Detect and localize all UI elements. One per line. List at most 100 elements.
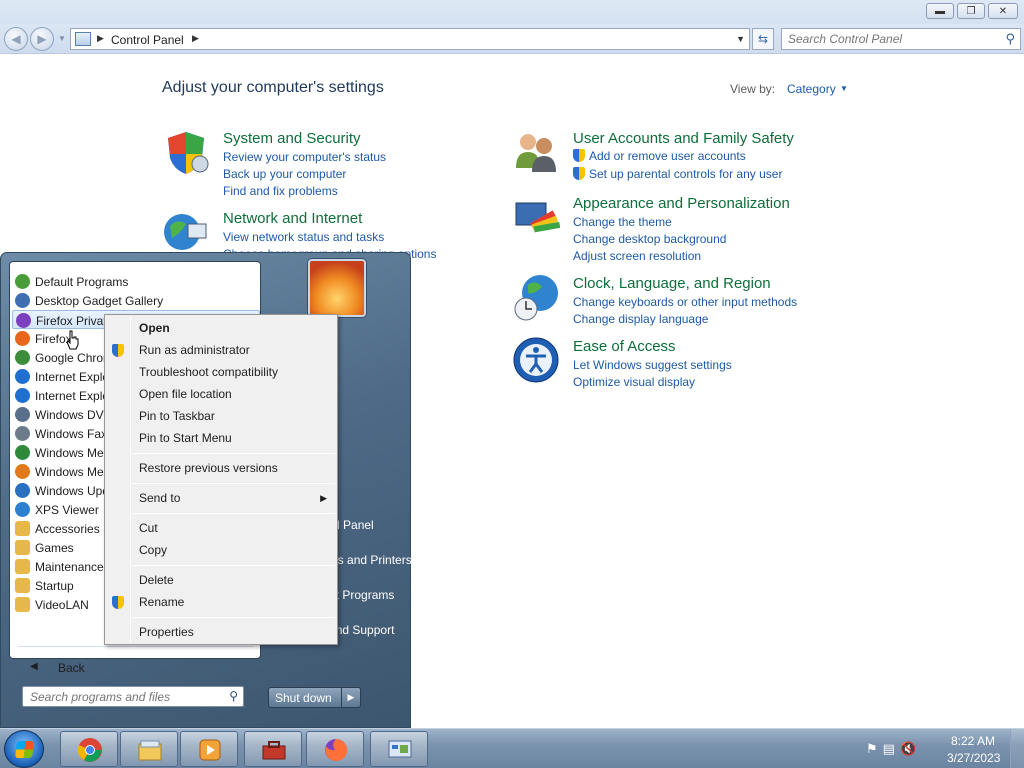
- menu-item-pin-taskbar[interactable]: Pin to Taskbar: [139, 409, 215, 423]
- shield-icon: [168, 132, 209, 174]
- menu-item-restore-versions[interactable]: Restore previous versions: [139, 461, 278, 475]
- start-search-box[interactable]: ⚲: [22, 686, 244, 707]
- category-link[interactable]: Let Windows suggest settings: [573, 358, 732, 372]
- clock-time[interactable]: 8:22 AM: [951, 734, 995, 748]
- category-title[interactable]: Appearance and Personalization: [573, 195, 790, 212]
- search-icon[interactable]: ⚲: [229, 689, 238, 703]
- refresh-button[interactable]: ⇆: [752, 28, 774, 50]
- gadget-icon: [15, 293, 30, 308]
- menu-item-cut[interactable]: Cut: [139, 521, 158, 535]
- control-panel-search[interactable]: ⚲: [781, 28, 1021, 50]
- category-link[interactable]: Add or remove user accounts: [573, 149, 746, 163]
- menu-item-pin-start-menu[interactable]: Pin to Start Menu: [139, 431, 232, 445]
- minimize-button[interactable]: ▬: [926, 3, 954, 19]
- refresh-icon: ⇆: [757, 32, 769, 46]
- start-search-input[interactable]: [30, 690, 215, 704]
- category-link[interactable]: Change desktop background: [573, 232, 726, 246]
- folder-icon: [15, 559, 30, 574]
- menu-item-rename[interactable]: Rename: [139, 595, 184, 609]
- search-icon[interactable]: ⚲: [1005, 31, 1015, 47]
- caption-buttons: ▬ ❐ ✕: [926, 3, 1018, 19]
- ie-icon: [15, 388, 30, 403]
- program-label: VideoLAN: [35, 598, 89, 612]
- menu-item-copy[interactable]: Copy: [139, 543, 167, 557]
- taskbar-firefox[interactable]: [306, 731, 364, 767]
- folder-icon: [15, 540, 30, 555]
- ease-of-access-icon: [513, 337, 559, 383]
- address-dropdown-icon[interactable]: ▼: [736, 34, 745, 44]
- program-item[interactable]: Default Programs: [12, 272, 260, 291]
- taskbar-chrome[interactable]: [60, 731, 118, 767]
- taskbar: ⚑ ▤ 🔇 8:22 AM 3/27/2023: [0, 728, 1024, 768]
- taskbar-media-player[interactable]: [180, 731, 238, 767]
- menu-item-run-as-admin[interactable]: Run as administrator: [139, 343, 250, 357]
- program-label: Default Programs: [35, 275, 129, 289]
- category-link[interactable]: Change display language: [573, 312, 708, 326]
- back-nav-button[interactable]: ◀: [4, 27, 28, 51]
- menu-separator: [133, 565, 335, 566]
- media-center-icon: [15, 445, 30, 460]
- back-button[interactable]: Back: [58, 661, 85, 675]
- taskbar-control-panel[interactable]: [370, 731, 428, 767]
- recent-pages-dropdown[interactable]: ▼: [58, 34, 66, 43]
- category-title[interactable]: Network and Internet: [223, 210, 362, 227]
- shutdown-options-arrow-icon[interactable]: ▶: [341, 688, 360, 707]
- volume-muted-icon[interactable]: 🔇: [900, 741, 916, 757]
- breadcrumb-control-panel[interactable]: Control Panel: [111, 33, 184, 47]
- category-link[interactable]: Change keyboards or other input methods: [573, 295, 797, 309]
- menu-item-troubleshoot[interactable]: Troubleshoot compatibility: [139, 365, 278, 379]
- breadcrumb-arrow-icon[interactable]: ▶: [97, 33, 104, 44]
- category-link[interactable]: Set up parental controls for any user: [573, 167, 782, 181]
- restore-button[interactable]: ❐: [957, 3, 985, 19]
- forward-nav-button[interactable]: ▶: [30, 27, 54, 51]
- category-link[interactable]: Adjust screen resolution: [573, 249, 701, 263]
- category-link[interactable]: Find and fix problems: [223, 184, 338, 198]
- clock-globe-icon: [514, 275, 558, 321]
- menu-item-send-to[interactable]: Send to: [139, 491, 180, 505]
- default-programs-icon: [15, 274, 30, 289]
- category-title[interactable]: Ease of Access: [573, 338, 676, 355]
- program-item[interactable]: Desktop Gadget Gallery: [12, 291, 260, 310]
- folder-icon: [15, 521, 30, 536]
- menu-item-delete[interactable]: Delete: [139, 573, 174, 587]
- media-player-icon: [15, 464, 30, 479]
- menu-separator: [133, 483, 335, 484]
- divider: [18, 646, 254, 647]
- close-button[interactable]: ✕: [988, 3, 1018, 19]
- view-by-dropdown[interactable]: Category: [787, 82, 836, 96]
- control-panel-icon: [388, 740, 412, 758]
- uac-shield-icon: [573, 167, 585, 180]
- firefox-icon: [325, 738, 348, 761]
- network-icon: [164, 214, 207, 250]
- menu-separator: [133, 453, 335, 454]
- category-title[interactable]: User Accounts and Family Safety: [573, 130, 794, 147]
- address-bar[interactable]: ▶ Control Panel ▶ ▼: [70, 28, 750, 50]
- menu-item-properties[interactable]: Properties: [139, 625, 194, 639]
- menu-item-open[interactable]: Open: [139, 321, 170, 335]
- taskbar-toolbox[interactable]: [244, 731, 302, 767]
- breadcrumb-arrow-icon[interactable]: ▶: [192, 33, 199, 44]
- shutdown-button[interactable]: Shut down ▶: [268, 687, 361, 708]
- action-center-flag-icon[interactable]: ⚑: [866, 741, 878, 757]
- network-icon[interactable]: ▤: [883, 741, 895, 757]
- category-link[interactable]: Change the theme: [573, 215, 672, 229]
- category-link[interactable]: Optimize visual display: [573, 375, 695, 389]
- page-title: Adjust your computer's settings: [162, 79, 384, 96]
- category-title[interactable]: Clock, Language, and Region: [573, 275, 771, 292]
- chrome-icon: [77, 738, 102, 762]
- category-link[interactable]: Review your computer's status: [223, 150, 386, 164]
- user-picture[interactable]: [308, 259, 366, 317]
- clock-date[interactable]: 3/27/2023: [947, 751, 1000, 765]
- search-input[interactable]: [788, 32, 988, 46]
- show-desktop-button[interactable]: [1010, 729, 1024, 768]
- category-title[interactable]: System and Security: [223, 130, 361, 147]
- firefox-icon: [15, 331, 30, 346]
- ie-icon: [15, 369, 30, 384]
- start-button[interactable]: [4, 730, 44, 768]
- menu-item-open-file-location[interactable]: Open file location: [139, 387, 232, 401]
- back-arrow-icon[interactable]: ◀: [30, 661, 38, 672]
- category-link[interactable]: View network status and tasks: [223, 230, 384, 244]
- chevron-down-icon[interactable]: ▼: [840, 84, 848, 93]
- category-link[interactable]: Back up your computer: [223, 167, 346, 181]
- taskbar-explorer[interactable]: [120, 731, 178, 767]
